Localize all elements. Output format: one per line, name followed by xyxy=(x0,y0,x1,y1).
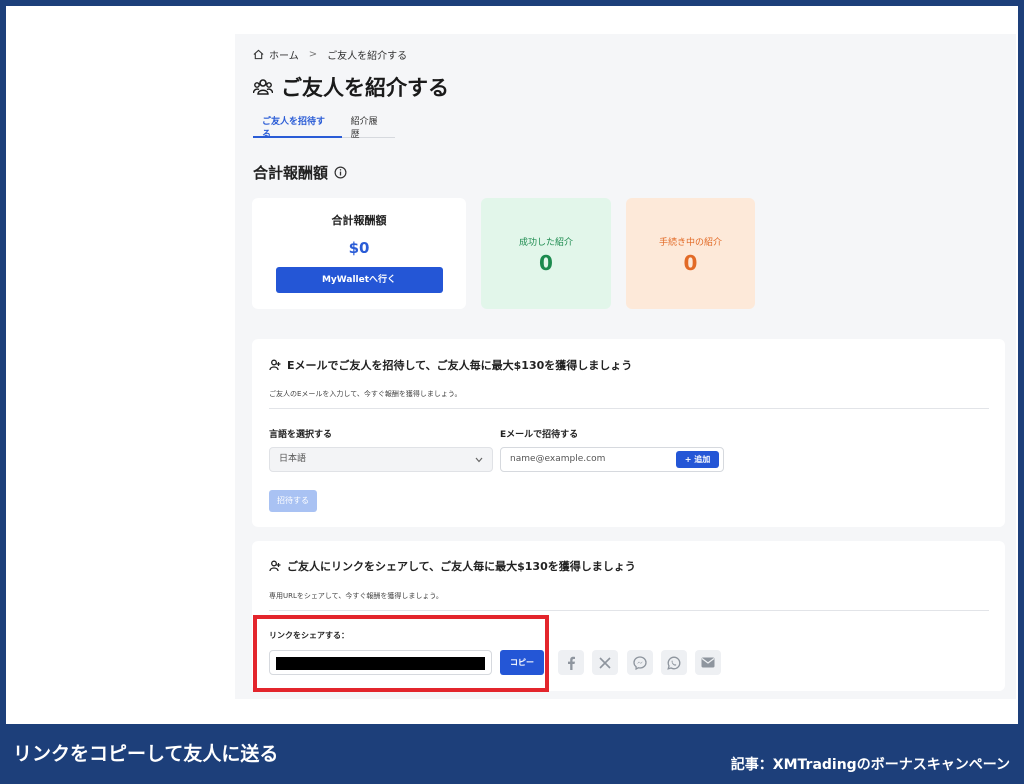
user-plus-icon xyxy=(269,359,281,371)
breadcrumb-home[interactable]: ホーム xyxy=(269,47,299,62)
total-reward-amount: $0 xyxy=(348,239,370,257)
language-label: 言語を選択する xyxy=(269,430,333,440)
share-mail-button[interactable] xyxy=(695,650,721,675)
email-input[interactable]: name@example.com + 追加 xyxy=(500,447,724,472)
add-email-button[interactable]: + 追加 xyxy=(676,451,719,468)
page-title: ご友人を紹介する xyxy=(253,72,449,102)
tab-invite-friends[interactable]: ご友人を招待する xyxy=(253,110,342,140)
mail-icon xyxy=(701,657,715,668)
email-invite-heading-text: Eメールでご友人を招待して、ご友人毎に最大$130を獲得しましょう xyxy=(287,359,633,372)
breadcrumb-current: ご友人を紹介する xyxy=(327,51,408,62)
email-invite-subtext: ご友人のEメールを入力して、今すぐ報酬を獲得しましょう。 xyxy=(269,390,462,398)
invite-button[interactable]: 招待する xyxy=(269,490,317,512)
users-icon xyxy=(253,79,273,95)
share-messenger-button[interactable] xyxy=(627,650,653,675)
language-select-value: 日本語 xyxy=(279,454,307,464)
total-reward-heading: 合計報酬額 xyxy=(253,162,347,183)
copy-link-highlight-box xyxy=(253,615,549,692)
home-icon[interactable] xyxy=(253,49,264,60)
total-reward-card: 合計報酬額 $0 MyWalletへ行く xyxy=(252,198,466,309)
email-input-placeholder: name@example.com xyxy=(510,454,606,464)
user-plus-icon xyxy=(269,560,281,572)
pending-referrals-count: 0 xyxy=(683,251,698,275)
total-reward-label: 合計報酬額 xyxy=(331,214,387,227)
divider xyxy=(269,610,989,611)
total-reward-heading-text: 合計報酬額 xyxy=(253,164,329,182)
app-window: ホーム > ご友人を紹介する ご友人を紹介する ご友人を招待する 紹介履歴 合計… xyxy=(235,34,1016,699)
breadcrumb: ホーム > ご友人を紹介する xyxy=(253,47,407,62)
language-select[interactable]: 日本語 xyxy=(269,447,493,472)
successful-referrals-card: 成功した紹介 0 xyxy=(481,198,611,309)
successful-referrals-label: 成功した紹介 xyxy=(518,238,573,248)
divider xyxy=(269,408,989,409)
facebook-icon xyxy=(568,656,575,670)
pending-referrals-label: 手続き中の紹介 xyxy=(658,238,722,248)
x-icon xyxy=(599,656,611,669)
successful-referrals-count: 0 xyxy=(539,251,553,275)
share-link-heading: ご友人にリンクをシェアして、ご友人毎に最大$130を獲得しましょう xyxy=(269,558,636,574)
chevron-down-icon xyxy=(475,457,483,463)
caption-bar: リンクをコピーして友人に送る 記事：XMTradingのボーナスキャンペーン xyxy=(0,724,1024,784)
email-invite-panel: Eメールでご友人を招待して、ご友人毎に最大$130を獲得しましょう ご友人のEメ… xyxy=(252,339,1005,527)
messenger-icon xyxy=(633,655,647,670)
info-icon[interactable] xyxy=(334,166,347,179)
tab-referral-history[interactable]: 紹介履歴 xyxy=(342,110,395,140)
email-invite-label: Eメールで招待する xyxy=(500,430,579,440)
breadcrumb-separator: > xyxy=(308,49,318,60)
pending-referrals-card: 手続き中の紹介 0 xyxy=(626,198,755,309)
share-x-button[interactable] xyxy=(592,650,618,675)
share-link-subtext: 専用URLをシェアして、今すぐ報酬を獲得しましょう。 xyxy=(269,592,443,600)
share-link-heading-text: ご友人にリンクをシェアして、ご友人毎に最大$130を獲得しましょう xyxy=(287,560,636,573)
article-credit: 記事：XMTradingのボーナスキャンペーン xyxy=(730,757,1010,773)
email-invite-heading: Eメールでご友人を招待して、ご友人毎に最大$130を獲得しましょう xyxy=(269,357,632,373)
mywallet-button[interactable]: MyWalletへ行く xyxy=(275,267,443,293)
page-title-text: ご友人を紹介する xyxy=(281,76,449,100)
share-facebook-button[interactable] xyxy=(558,650,584,675)
tab-bar: ご友人を招待する 紹介履歴 xyxy=(253,110,395,140)
share-whatsapp-button[interactable] xyxy=(661,650,687,675)
caption-text: リンクをコピーして友人に送る xyxy=(13,743,279,765)
whatsapp-icon xyxy=(667,656,681,670)
